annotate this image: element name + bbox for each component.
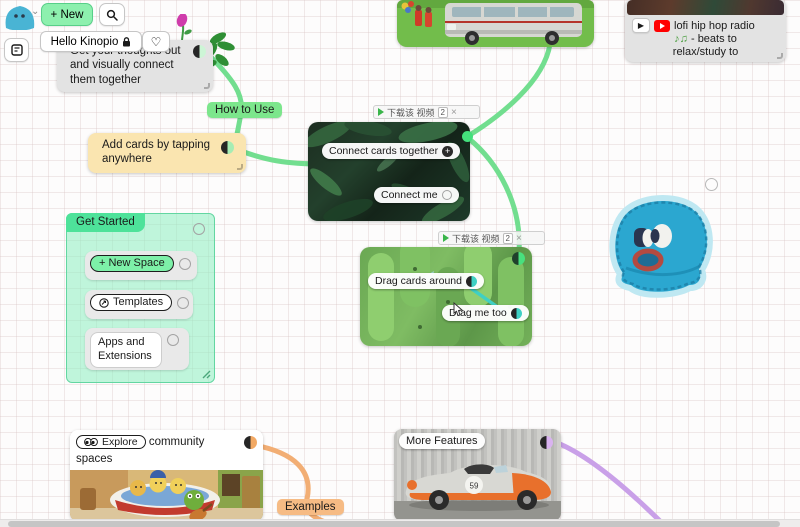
connector-plus-icon[interactable]: + (442, 146, 453, 157)
cursor-pointer-icon (452, 302, 464, 316)
van-image (397, 0, 594, 47)
play-icon (378, 108, 384, 116)
card-connector-icon[interactable] (167, 334, 179, 346)
drag-connection-line (360, 247, 532, 346)
more-features-label: More Features (406, 435, 478, 447)
lofi-video-card[interactable]: ▶ lofi hip hop radio ♪♫ - beats to relax… (625, 0, 786, 62)
play-video-button[interactable]: ▶ (632, 18, 650, 33)
box-resize-handle[interactable] (202, 370, 211, 379)
lock-icon (122, 37, 131, 47)
card-connector-icon[interactable] (540, 436, 553, 449)
card-connector-icon[interactable] (177, 297, 189, 309)
apps-extensions-card[interactable]: Apps and Extensions (85, 328, 189, 370)
journal-icon (11, 44, 23, 56)
card-connector-icon[interactable] (179, 258, 191, 270)
card-connector-icon[interactable] (442, 190, 452, 200)
drag-cards-card[interactable]: Drag cards around (368, 273, 484, 289)
chevron-down-icon[interactable]: ⌄ (31, 6, 39, 17)
horizontal-scrollbar-thumb[interactable] (8, 521, 780, 527)
explore-button-label: Explore (102, 437, 138, 448)
community-spaces-image (70, 470, 263, 521)
examples-label[interactable]: Examples (277, 499, 344, 515)
connect-demo-card[interactable]: Connect cards together + Connect me (308, 122, 470, 221)
card-connector-icon[interactable] (466, 276, 477, 287)
add-cards-text: Add cards by tapping anywhere (102, 138, 224, 167)
connect-me-label: Connect me (381, 189, 438, 201)
card-resize-handle[interactable] (204, 83, 210, 89)
get-started-box-title[interactable]: Get Started (66, 213, 145, 232)
templates-card[interactable]: Templates (85, 290, 193, 319)
jungle-foliage-image (308, 122, 470, 221)
add-cards-card[interactable]: Add cards by tapping anywhere (88, 133, 246, 173)
new-space-card[interactable]: + New Space (85, 251, 197, 280)
more-features-card[interactable]: 59 More Features (394, 429, 561, 521)
video-count-badge: 2 (503, 233, 513, 244)
music-notes-icon: ♪♫ (674, 33, 688, 45)
more-features-label-card[interactable]: More Features (399, 433, 485, 449)
close-icon[interactable]: × (451, 107, 457, 118)
get-started-box[interactable]: Get Started + New Space Templates Apps a… (66, 213, 215, 383)
explore-card[interactable]: Explore community spaces (70, 430, 263, 521)
new-space-button[interactable]: + New Space (90, 255, 174, 272)
card-connector-icon[interactable] (193, 45, 206, 58)
lofi-title-line3: relax/study to (625, 46, 786, 58)
card-connector-icon[interactable] (512, 252, 525, 265)
video-download-label[interactable]: 下载该 视频 (387, 106, 435, 119)
eyes-icon (84, 438, 98, 446)
video-download-label[interactable]: 下载该 视频 (452, 232, 500, 245)
card-connector-icon[interactable] (511, 308, 522, 319)
how-to-use-label[interactable]: How to Use (207, 102, 282, 118)
connect-cards-card[interactable]: Connect cards together + (322, 143, 460, 159)
explore-button[interactable]: Explore (76, 435, 146, 450)
video-download-banner[interactable]: 下载该 视频 2 × (438, 231, 545, 245)
kinopio-space-canvas[interactable]: Get your thoughts out and visually conne… (0, 0, 800, 527)
lofi-title-line1: lofi hip hop radio (674, 20, 755, 32)
templates-icon (99, 298, 109, 308)
drag-cards-label: Drag cards around (375, 275, 462, 287)
connection-van-to-connect (468, 44, 550, 136)
favorite-button[interactable]: ♡ (142, 31, 170, 52)
connect-cards-label: Connect cards together (329, 145, 438, 157)
templates-label: Templates (113, 297, 163, 308)
video-count-badge: 2 (438, 107, 448, 118)
connection-morefeatures (552, 441, 666, 527)
space-name-label: Hello Kinopio (51, 36, 119, 48)
card-connector-icon[interactable] (462, 131, 473, 142)
new-button[interactable]: + New (41, 3, 93, 26)
play-icon (443, 234, 449, 242)
card-connector-icon[interactable] (244, 436, 257, 449)
flower-decoration (172, 14, 196, 42)
horizontal-scrollbar-track[interactable] (0, 519, 800, 527)
card-resize-handle[interactable] (777, 53, 783, 59)
templates-button[interactable]: Templates (90, 294, 172, 311)
play-icon: ▶ (638, 21, 644, 30)
gumball-patch-image[interactable] (604, 186, 718, 304)
apps-extensions-button[interactable]: Apps and Extensions (90, 332, 162, 368)
search-button[interactable] (99, 3, 125, 26)
video-download-banner[interactable]: 下载该 视频 2 × (373, 105, 480, 119)
card-resize-handle[interactable] (237, 164, 243, 170)
card-connector-icon[interactable] (221, 141, 234, 154)
connect-me-card[interactable]: Connect me (374, 187, 459, 203)
youtube-icon (654, 20, 670, 32)
lofi-title-line2: ♪♫ - beats to (625, 33, 786, 45)
search-icon (106, 9, 118, 21)
van-image-card[interactable] (397, 0, 594, 47)
journal-button[interactable] (4, 38, 29, 62)
close-icon[interactable]: × (516, 233, 522, 244)
heart-icon: ♡ (151, 35, 162, 49)
space-name-button[interactable]: Hello Kinopio (40, 31, 142, 52)
lofi-thumbnail-image (627, 0, 784, 15)
explore-card-text: Explore community spaces (76, 434, 244, 469)
box-connector-icon[interactable] (193, 223, 205, 235)
drag-demo-card[interactable]: Drag cards around Drag me too (360, 247, 532, 346)
svg-text:59: 59 (470, 482, 479, 491)
